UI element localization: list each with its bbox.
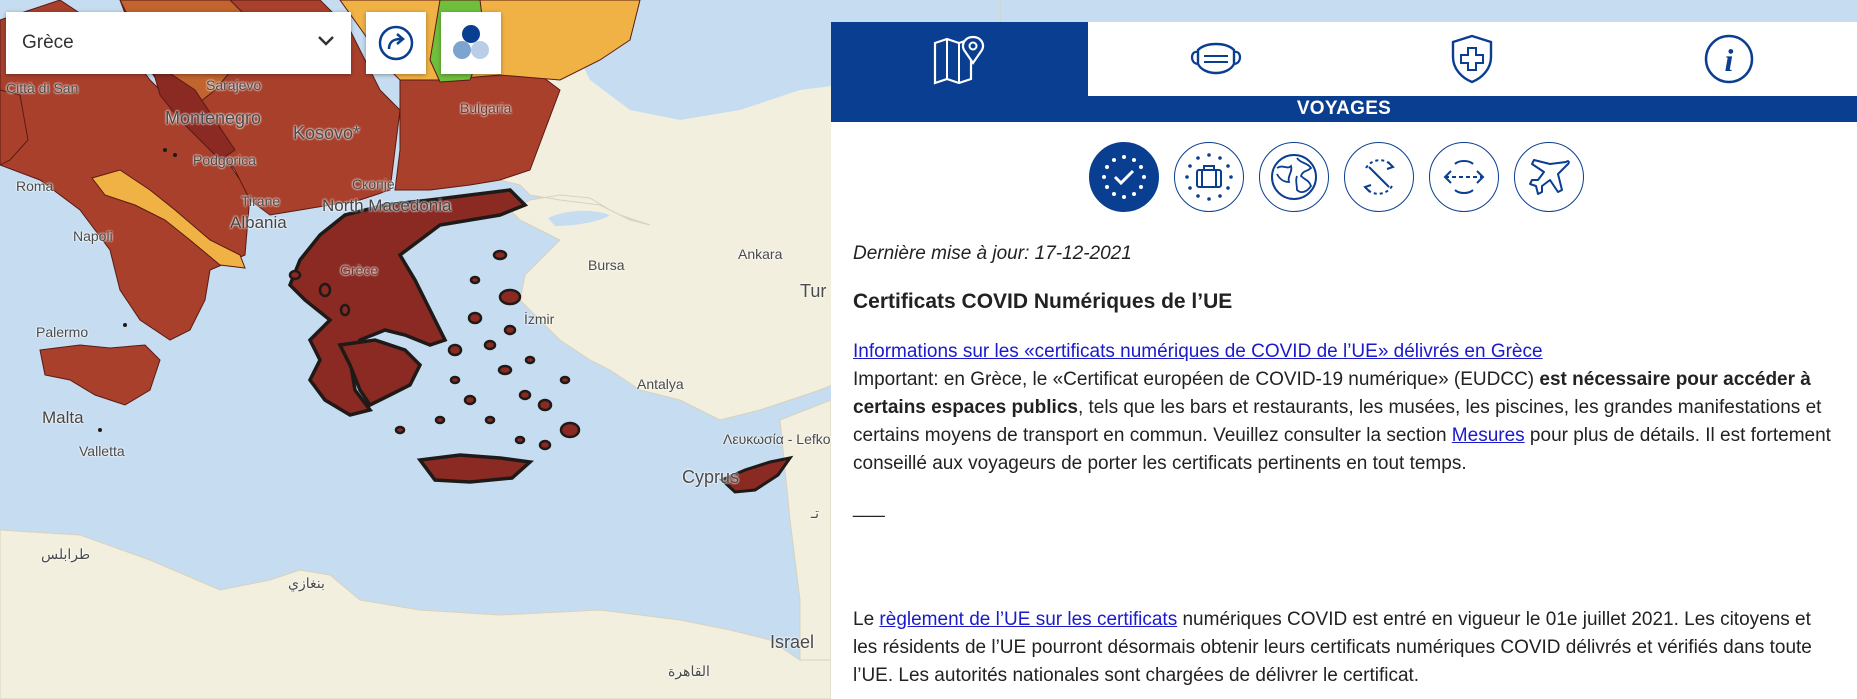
map-label-palermo: Palermo — [36, 324, 89, 340]
paragraph-important: Important: en Grèce, le «Certificat euro… — [853, 366, 1835, 478]
tab-mesures[interactable] — [1344, 22, 1601, 96]
certificates-info-link[interactable]: Informations sur les «certificats numéri… — [853, 341, 1543, 362]
map-label-san-marino: Città di San — [6, 80, 79, 96]
map-label-ankara: Ankara — [738, 246, 783, 262]
map-label-bursa: Bursa — [588, 257, 625, 273]
map-label-north-macedonia: North Macedonia — [322, 196, 452, 215]
map-label-roma: Roma — [16, 178, 54, 194]
country-select-value: Grèce — [22, 32, 74, 53]
map-label-benghazi: بنغازي — [288, 575, 325, 591]
tab-voyages[interactable] — [831, 22, 1088, 96]
layers-dots-icon — [453, 25, 489, 59]
map-label-kosovo: Kosovo* — [293, 123, 361, 143]
share-button[interactable] — [366, 12, 426, 74]
map-label-tarablus: طرابلس — [41, 546, 91, 562]
map-label-sarajevo: Sarajevo — [206, 77, 262, 93]
shield-cross-icon — [1452, 34, 1493, 84]
share-arrow-icon — [378, 25, 414, 61]
mesures-link[interactable]: Mesures — [1452, 425, 1525, 446]
globe-icon — [1271, 154, 1317, 200]
map-label-grece: Grèce — [340, 262, 379, 278]
country-select[interactable]: Grèce — [6, 12, 351, 74]
map-label-albania: Albania — [230, 213, 287, 232]
map-label-montenegro: Montenegro — [165, 108, 262, 128]
map-label-tur: Tur — [800, 281, 827, 301]
plane-icon — [1529, 159, 1570, 195]
sub-border[interactable] — [1429, 142, 1499, 212]
svg-text:i: i — [1724, 42, 1733, 78]
para2-text-a: Le — [853, 609, 880, 630]
sub-globe[interactable] — [1259, 142, 1329, 212]
travel-subnav — [831, 122, 1857, 216]
last-updated: Dernière mise à jour: 17-12-2021 — [853, 243, 1132, 264]
map-label-bulgaria: Bulgaria — [460, 100, 512, 116]
section-title: VOYAGES — [831, 96, 1857, 122]
sub-plane[interactable] — [1514, 142, 1584, 212]
no-travel-icon — [1363, 159, 1395, 195]
info-icon: i — [1704, 34, 1753, 84]
face-mask-icon — [1190, 42, 1241, 75]
map-label-cyprus: Cyprus — [682, 467, 740, 487]
paragraph-regulation: Le règlement de l’UE sur les certificats… — [853, 606, 1835, 690]
map-label-kahira: القاهرة — [668, 663, 710, 679]
map-label-podgorica: Podgorica — [193, 152, 257, 168]
panel-tabs: i — [831, 22, 1857, 96]
map-label-valletta: Valletta — [79, 443, 125, 459]
tab-info[interactable]: i — [1600, 22, 1857, 96]
map-label-napoli: Napoli — [73, 228, 113, 244]
map-label-arabic-fragment: تـ — [811, 505, 819, 521]
map-label-izmir: İzmir — [524, 311, 555, 327]
content-heading: Certificats COVID Numériques de l’UE — [853, 290, 1233, 313]
panel-content: Dernière mise à jour: 17-12-2021 Certifi… — [831, 216, 1857, 690]
crete — [416, 453, 535, 484]
map-label-antalya: Antalya — [637, 376, 684, 392]
map-label-tirane: Tirane — [241, 193, 281, 209]
eu-certificate-icon — [1102, 155, 1146, 199]
tab-sante[interactable] — [1087, 22, 1344, 96]
separator: ___ — [853, 497, 885, 518]
eu-luggage-icon — [1185, 153, 1233, 201]
sub-eu-luggage[interactable] — [1174, 142, 1244, 212]
chevron-down-icon — [317, 34, 335, 52]
info-panel: i VOYAGES Dernière mise à jour: 17-12-20… — [831, 22, 1857, 699]
regulation-link[interactable]: règlement de l’UE sur les certificats — [879, 609, 1177, 630]
para1-text-a: Important: en Grèce, le «Certificat euro… — [853, 369, 1540, 390]
border-icon — [1443, 160, 1485, 194]
map-label-israel: Israel — [770, 632, 815, 652]
sub-no-travel[interactable] — [1344, 142, 1414, 212]
legend-button[interactable] — [441, 12, 501, 74]
sub-eu-certificate[interactable] — [1089, 142, 1159, 212]
map-pin-icon — [934, 35, 985, 85]
map-label-lefkosia: Λευκωσία - Lefkoşa — [723, 431, 846, 447]
map-label-malta: Malta — [42, 408, 84, 427]
map-label-skopje: Скопје — [352, 176, 395, 192]
